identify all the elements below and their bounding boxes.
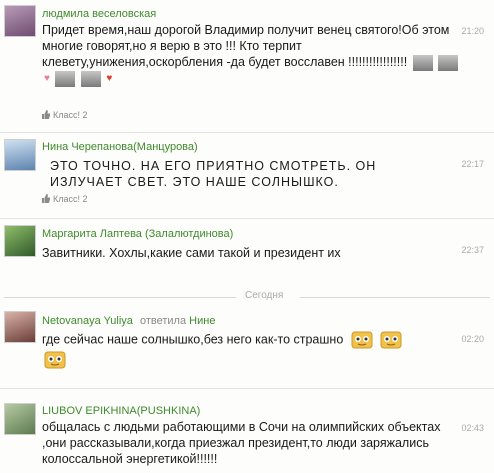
comment-text-body: Придет время,наш дорогой Владимир получи… — [42, 23, 450, 69]
comment-text-body: где сейчас наше солнышко,без него как-то… — [42, 332, 344, 347]
day-separator-line — [4, 297, 236, 298]
comment-author[interactable]: LIUBOV EPIKHINA(PUSHKINA) — [42, 405, 200, 417]
comment-time: 02:43 — [461, 423, 484, 433]
face-sticker-icon — [438, 54, 459, 71]
comment-time: 21:20 — [461, 26, 484, 36]
comment-text: Придет время,наш дорогой Владимир получи… — [42, 22, 462, 88]
comment-1: людмила веселовская 21:20 Придет время,н… — [0, 0, 494, 130]
comment-text: Завитники. Хохлы,какие сами такой и през… — [42, 246, 341, 260]
thumbs-up-icon — [42, 194, 50, 203]
smiley-sticker-icon — [44, 351, 66, 369]
comment-text: общалась с людьми работающими в Сочи на … — [42, 420, 441, 466]
like-count: Класс! 2 — [53, 110, 88, 120]
heart-icon: ♥ — [106, 73, 113, 85]
comment-4: Netovanaya Yuliya ответила Нине 02:20 гд… — [0, 307, 494, 387]
day-separator-label: Сегодня — [245, 290, 284, 301]
comment-author: Netovanaya Yuliya ответила Нине — [42, 315, 215, 327]
comment-author[interactable]: Маргарита Лаптева (Залалютдинова) — [42, 228, 233, 240]
day-separator-line — [300, 297, 490, 298]
comment-time: 22:17 — [461, 159, 484, 169]
like-count: Класс! 2 — [53, 194, 88, 204]
smiley-sticker-icon — [380, 331, 402, 349]
comment-text: где сейчас наше солнышко,без него как-то… — [42, 331, 462, 349]
comment-author[interactable]: людмила веселовская — [42, 8, 156, 20]
comment-text-line2 — [40, 351, 66, 369]
heart-icon: ♥ — [44, 73, 50, 85]
face-sticker-icon — [412, 54, 433, 71]
comment-author[interactable]: Нина Черепанова(Манцурова) — [42, 141, 198, 153]
author-name[interactable]: Netovanaya Yuliya — [42, 315, 133, 327]
avatar[interactable] — [4, 311, 36, 343]
reply-label: ответила — [139, 315, 187, 327]
avatar[interactable] — [4, 403, 36, 435]
face-sticker-icon — [80, 71, 101, 88]
comment-2: Нина Черепанова(Манцурова) 22:17 ЭТО ТОЧ… — [0, 133, 494, 218]
divider — [0, 388, 494, 389]
comment-3: Маргарита Лаптева (Залалютдинова) 22:37 … — [0, 219, 494, 279]
face-sticker-icon — [55, 71, 76, 88]
like-button[interactable]: Класс! 2 — [42, 110, 88, 120]
avatar[interactable] — [4, 5, 36, 37]
comment-text: ЭТО ТОЧНО. НА ЕГО ПРИЯТНО СМОТРЕТЬ. ОН И… — [50, 159, 377, 189]
avatar[interactable] — [4, 225, 36, 257]
comment-5: LIUBOV EPIKHINA(PUSHKINA) 02:43 общалась… — [0, 397, 494, 473]
like-button[interactable]: Класс! 2 — [42, 194, 88, 204]
comment-time: 22:37 — [461, 245, 484, 255]
thumbs-up-icon — [42, 110, 50, 119]
reply-target[interactable]: Нине — [189, 315, 215, 327]
smiley-sticker-icon — [351, 331, 373, 349]
comment-time: 02:20 — [461, 334, 484, 344]
avatar[interactable] — [4, 139, 36, 171]
